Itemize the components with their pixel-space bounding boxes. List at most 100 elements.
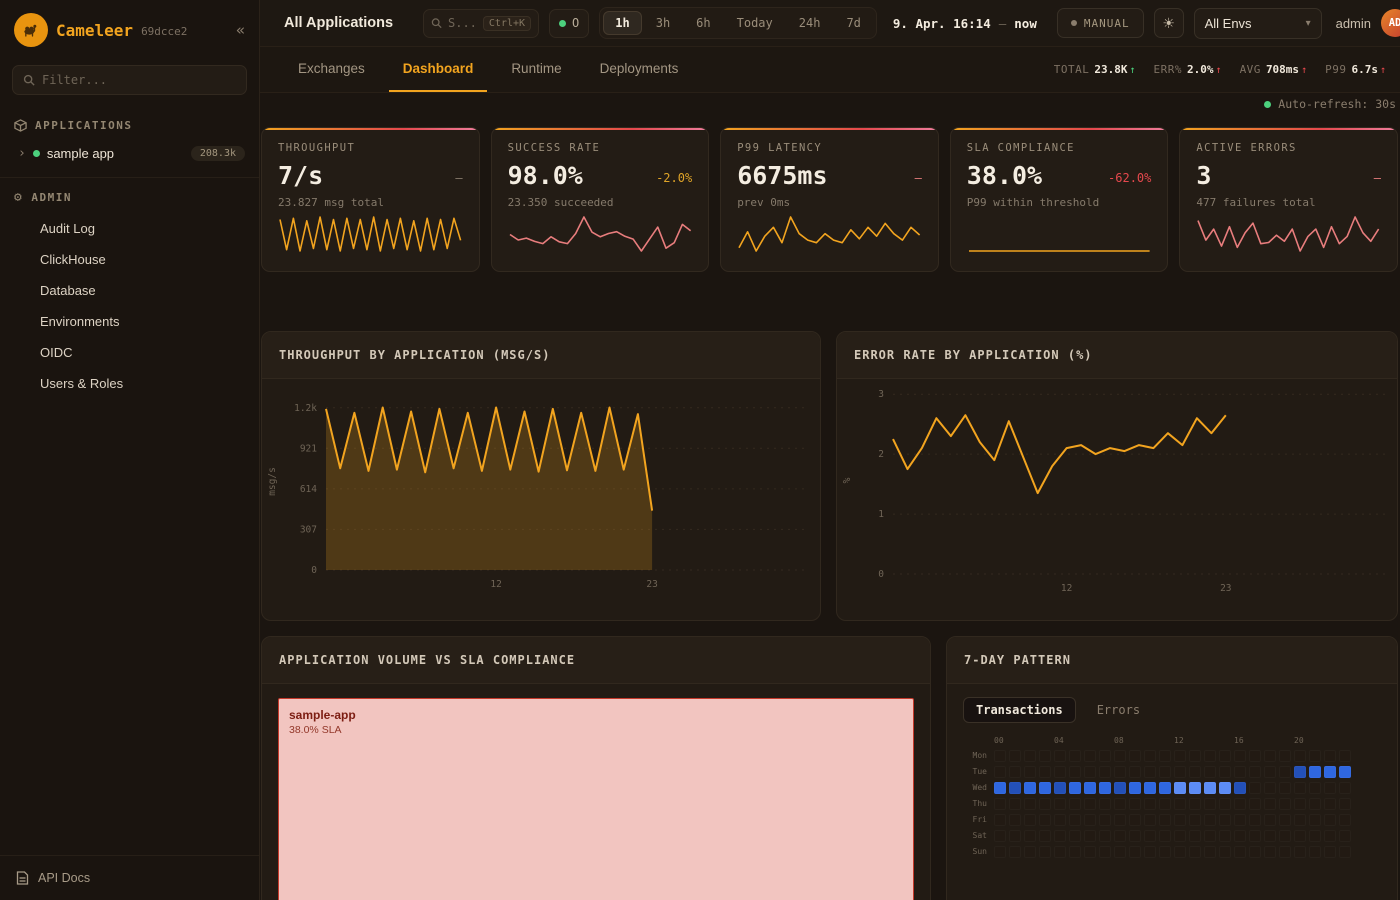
- sidebar-item-audit-log[interactable]: Audit Log: [0, 213, 259, 244]
- applications-list: ›sample app208.3k: [0, 140, 259, 167]
- heatmap-cell: [1024, 814, 1036, 826]
- card-accent-gradient: [262, 128, 479, 130]
- sidebar-collapse-button[interactable]: «: [236, 21, 245, 39]
- heatmap-cell: [1264, 766, 1276, 778]
- user-avatar[interactable]: AD: [1381, 9, 1400, 37]
- search-shortcut-badge: Ctrl+K: [483, 16, 531, 31]
- heatmap-cell: [1039, 814, 1051, 826]
- heatmap-cell: [1084, 830, 1096, 842]
- heatmap-tab-transactions[interactable]: Transactions: [963, 697, 1076, 723]
- search-input[interactable]: S... Ctrl+K: [423, 9, 539, 38]
- tab-exchanges[interactable]: Exchanges: [284, 47, 379, 92]
- tab-dashboard[interactable]: Dashboard: [389, 47, 488, 92]
- heatmap-cell: [1159, 782, 1171, 794]
- manual-refresh-button[interactable]: MANUAL: [1057, 8, 1144, 38]
- treemap-block-sla: 38.0% SLA: [289, 724, 903, 736]
- heatmap-cell: [1129, 782, 1141, 794]
- heatmap-cell: [1234, 782, 1246, 794]
- environment-select[interactable]: All Envs ▾: [1194, 8, 1322, 39]
- p99-latency-sparkline: [737, 215, 922, 253]
- heatmap-cell: [1174, 846, 1186, 858]
- heatmap-cell: [1069, 782, 1081, 794]
- time-range-1h[interactable]: 1h: [603, 11, 641, 35]
- tab-deployments[interactable]: Deployments: [586, 47, 693, 92]
- sidebar-item-clickhouse[interactable]: ClickHouse: [0, 244, 259, 275]
- heatmap-cell: [1129, 766, 1141, 778]
- sidebar-item-database[interactable]: Database: [0, 275, 259, 306]
- stat-value: 6675ms: [737, 163, 827, 188]
- heatmap-cell: [1219, 782, 1231, 794]
- heatmap-cell: [1294, 846, 1306, 858]
- heatmap-cell: [1279, 846, 1291, 858]
- username-label: admin: [1336, 16, 1371, 31]
- sidebar-item-users-roles[interactable]: Users & Roles: [0, 368, 259, 399]
- theme-toggle-button[interactable]: ☀: [1154, 8, 1184, 38]
- heatmap-cell: [1009, 782, 1021, 794]
- svg-text:12: 12: [1061, 583, 1072, 594]
- svg-text:3: 3: [878, 389, 884, 400]
- metric-value: 6.7s: [1351, 63, 1378, 76]
- heatmap-tab-errors[interactable]: Errors: [1084, 697, 1153, 723]
- online-status-pill[interactable]: O: [549, 9, 589, 38]
- heatmap-cell: [1099, 814, 1111, 826]
- time-range-6h[interactable]: 6h: [684, 11, 722, 35]
- api-docs-label: API Docs: [38, 871, 90, 885]
- heatmap-cell: [1039, 830, 1051, 842]
- time-range-today[interactable]: Today: [725, 11, 785, 35]
- tab-runtime[interactable]: Runtime: [497, 47, 575, 92]
- stat-card-p99-latency: P99 LATENCY6675ms–prev 0ms: [720, 127, 939, 272]
- heatmap-cell: [1309, 798, 1321, 810]
- time-range-3h[interactable]: 3h: [644, 11, 682, 35]
- heatmap-cell: [1024, 766, 1036, 778]
- heatmap-grid-area: 000408121620: [994, 736, 1351, 858]
- treemap-block-sample-app[interactable]: sample-app 38.0% SLA: [278, 698, 914, 900]
- heatmap-cell: [1054, 782, 1066, 794]
- time-range-24h[interactable]: 24h: [787, 11, 833, 35]
- svg-text:307: 307: [300, 524, 317, 535]
- heatmap-hour-label: 20: [1294, 736, 1304, 745]
- heatmap-cell: [1054, 798, 1066, 810]
- treemap-title: APPLICATION VOLUME VS SLA COMPLIANCE: [262, 637, 930, 684]
- heatmap-cell: [1009, 750, 1021, 762]
- heatmap-cell: [1174, 766, 1186, 778]
- heatmap-cell: [1159, 798, 1171, 810]
- heatmap-cell: [1039, 766, 1051, 778]
- heatmap-cell: [1264, 798, 1276, 810]
- arrow-up-icon: ↑: [1216, 65, 1222, 76]
- heatmap-cell: [1054, 846, 1066, 858]
- sidebar-filter-input[interactable]: Filter...: [12, 65, 247, 95]
- sidebar-item-application[interactable]: ›sample app208.3k: [0, 140, 259, 167]
- heatmap-cell: [1204, 814, 1216, 826]
- chevron-right-icon[interactable]: ›: [18, 146, 26, 161]
- sidebar-item-oidc[interactable]: OIDC: [0, 337, 259, 368]
- heatmap-cell: [1114, 750, 1126, 762]
- heatmap-cell: [1324, 846, 1336, 858]
- heatmap-cell: [1294, 782, 1306, 794]
- heatmap-cell: [1294, 830, 1306, 842]
- heatmap-cell: [1294, 814, 1306, 826]
- heatmap-cell: [1264, 830, 1276, 842]
- heatmap-cell: [1024, 798, 1036, 810]
- card-accent-gradient: [492, 128, 709, 130]
- heatmap-cell: [1099, 846, 1111, 858]
- stat-delta: –: [455, 171, 462, 185]
- heatmap-cell: [1024, 830, 1036, 842]
- heatmap-cell: [1324, 750, 1336, 762]
- heatmap-day-label: Wed: [963, 782, 987, 794]
- heatmap-cell: [1144, 814, 1156, 826]
- time-range-7d[interactable]: 7d: [834, 11, 872, 35]
- heatmap-cell: [1234, 830, 1246, 842]
- date-range-display[interactable]: 9. Apr. 16:14 — now: [893, 16, 1037, 31]
- heatmap-cell: [1309, 846, 1321, 858]
- heatmap-cell: [1234, 814, 1246, 826]
- sidebar-item-environments[interactable]: Environments: [0, 306, 259, 337]
- heatmap-cell: [1129, 750, 1141, 762]
- search-icon: [23, 74, 35, 86]
- heatmap-hour-label: 04: [1054, 736, 1064, 745]
- heatmap-cell: [1144, 782, 1156, 794]
- date-to: now: [1014, 16, 1037, 31]
- heatmap-cell: [1174, 798, 1186, 810]
- card-accent-gradient: [721, 128, 938, 130]
- heatmap-cell: [1054, 750, 1066, 762]
- api-docs-link[interactable]: API Docs: [0, 855, 259, 900]
